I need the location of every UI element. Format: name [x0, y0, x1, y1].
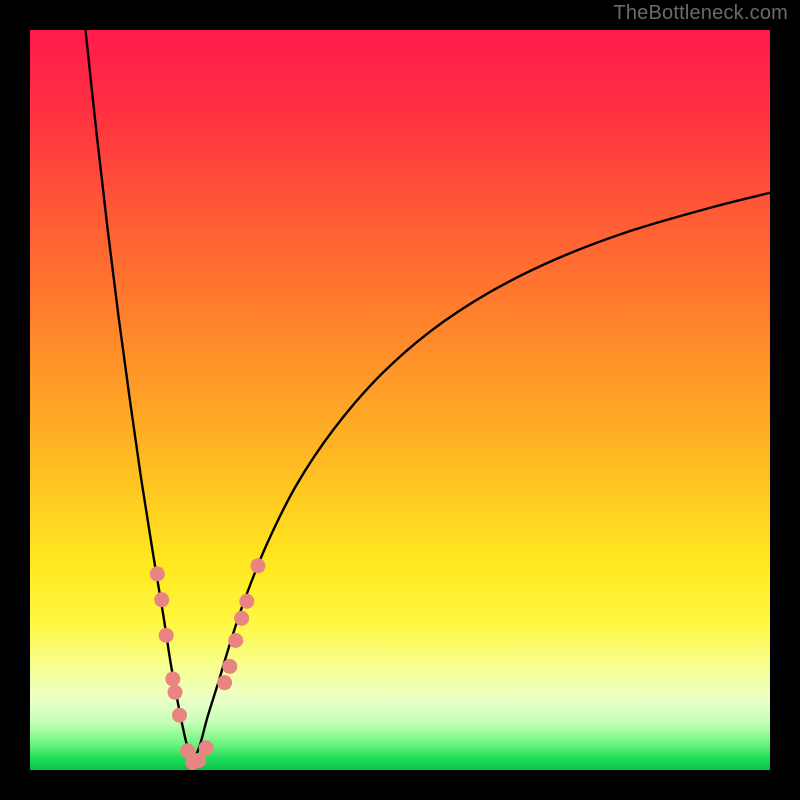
background-gradient [30, 30, 770, 770]
chart-frame: TheBottleneck.com [0, 0, 800, 800]
plot-area [30, 30, 770, 770]
watermark-text: TheBottleneck.com [613, 2, 788, 25]
